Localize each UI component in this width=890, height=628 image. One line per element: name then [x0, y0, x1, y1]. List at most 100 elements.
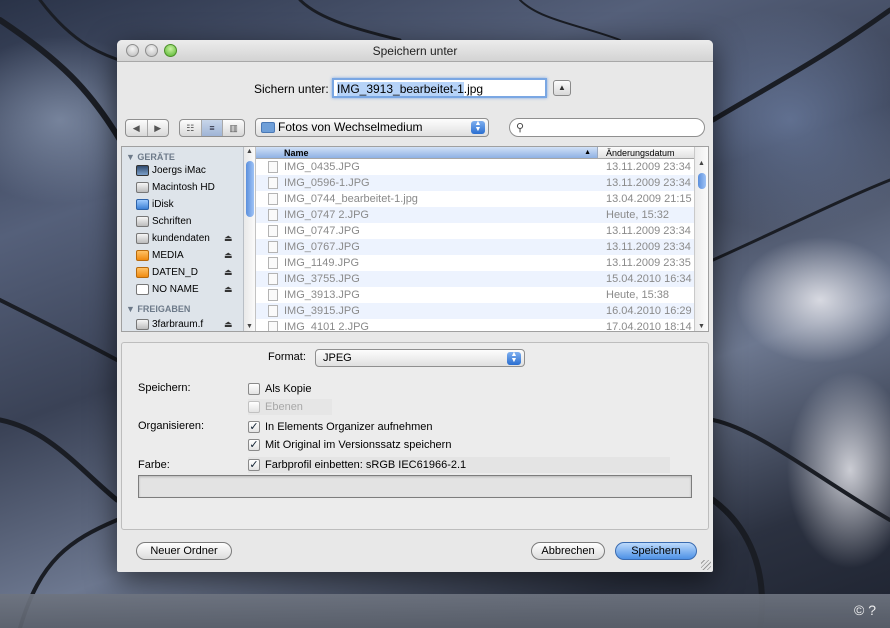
list-view-button[interactable]: ≡ [201, 120, 224, 136]
file-name: IMG_3915.JPG [284, 305, 360, 317]
sidebar-scroll-thumb[interactable] [246, 161, 254, 217]
checkmark-icon: ✓ [248, 459, 260, 471]
table-row[interactable]: IMG_0435.JPG 13.11.2009 23:34 [256, 159, 696, 175]
resize-grip-icon[interactable] [701, 560, 711, 570]
popup-arrows-icon: ▲ ▼ [507, 351, 521, 365]
checkmark-icon: ✓ [248, 421, 260, 433]
sidebar-item-idisk[interactable]: iDisk [122, 196, 243, 213]
back-button[interactable]: ◀ [126, 120, 148, 136]
file-list-scrollbar[interactable]: ▲ ▼ [694, 147, 708, 331]
sidebar-item-schriften[interactable]: Schriften [122, 213, 243, 230]
forward-arrow-icon: ▶ [154, 123, 162, 133]
eject-icon[interactable]: ⏏ [224, 264, 233, 281]
back-arrow-icon: ◀ [132, 123, 140, 133]
document-icon [268, 177, 278, 189]
collapse-dialog-button[interactable]: ▲ [553, 80, 571, 96]
file-date-cell: 13.04.2009 21:15 [606, 193, 692, 205]
column-header-date[interactable]: Änderungsdatum [598, 147, 696, 158]
table-row[interactable]: IMG_3755.JPG 15.04.2010 16:34 [256, 271, 696, 287]
browser-toolbar: ◀ ▶ ☷ ≡ ▥ Fotos von Wechselmedium ▲ ▼ ⚲ [117, 116, 713, 140]
file-name-cell: IMG_3915.JPG [256, 303, 598, 319]
column-view-button[interactable]: ▥ [223, 120, 244, 136]
table-row[interactable]: IMG_3913.JPG Heute, 15:38 [256, 287, 696, 303]
eject-icon[interactable]: ⏏ [224, 316, 233, 331]
table-row[interactable]: IMG_3915.JPG 16.04.2010 16:29 [256, 303, 696, 319]
version-set-checkbox[interactable]: ✓ Mit Original im Versionssatz speichern [248, 437, 451, 453]
table-row[interactable]: IMG_0747 2.JPG Heute, 15:32 [256, 207, 696, 223]
table-row[interactable]: IMG_4101 2.JPG 17.04.2010 18:14 [256, 319, 696, 331]
sidebar-item-no-name[interactable]: NO NAME ⏏ [122, 281, 243, 298]
sidebar-item-kundendaten[interactable]: kundendaten ⏏ [122, 230, 243, 247]
table-row[interactable]: IMG_0596-1.JPG 13.11.2009 23:34 [256, 175, 696, 191]
window-title: Speichern unter [372, 44, 458, 58]
column-header-name[interactable]: Name ▲ [256, 147, 598, 158]
file-name-cell: IMG_0747.JPG [256, 223, 598, 239]
checkmark-icon: ✓ [248, 439, 260, 451]
table-row[interactable]: IMG_0767.JPG 13.11.2009 23:34 [256, 239, 696, 255]
sidebar-item-3farbraum[interactable]: 3farbraum.f ⏏ [122, 316, 243, 331]
sidebar-item-daten-d[interactable]: DATEN_D ⏏ [122, 264, 243, 281]
eject-icon[interactable]: ⏏ [224, 230, 233, 247]
scroll-up-icon[interactable]: ▲ [698, 160, 705, 167]
file-date-cell: 13.11.2009 23:34 [606, 225, 691, 237]
table-row[interactable]: IMG_0747.JPG 13.11.2009 23:34 [256, 223, 696, 239]
file-list-scroll-thumb[interactable] [698, 173, 706, 189]
removable-disk-icon [136, 284, 149, 295]
zoom-window-button[interactable] [164, 44, 177, 57]
file-list: Name ▲ Änderungsdatum IMG_0435.JPG 13.11.2… [256, 147, 696, 331]
close-window-button[interactable] [126, 44, 139, 57]
options-panel: Format: JPEG ▲ ▼ Speichern: Als Kopie Ebe… [121, 342, 709, 530]
minimize-window-button[interactable] [145, 44, 158, 57]
location-popup[interactable]: Fotos von Wechselmedium ▲ ▼ [255, 118, 489, 137]
save-button[interactable]: Speichern [615, 542, 697, 560]
organizer-checkbox[interactable]: ✓ In Elements Organizer aufnehmen [248, 419, 433, 435]
server-icon [136, 233, 149, 244]
file-date-cell: Heute, 15:38 [606, 289, 669, 301]
icc-profile-checkbox[interactable]: ✓ Farbprofil einbetten: sRGB IEC61966-2.1 [248, 457, 670, 473]
document-icon [268, 241, 278, 253]
search-field[interactable]: ⚲ [509, 118, 705, 137]
scroll-down-icon[interactable]: ▼ [698, 323, 705, 330]
file-name-cell: IMG_1149.JPG [256, 255, 598, 271]
file-date-cell: 17.04.2010 18:14 [606, 321, 692, 331]
cancel-button[interactable]: Abbrechen [531, 542, 605, 560]
scroll-down-icon[interactable]: ▼ [246, 323, 253, 330]
format-value: JPEG [323, 352, 352, 364]
file-name: IMG_0747 2.JPG [284, 209, 369, 221]
sort-ascending-icon: ▲ [584, 149, 591, 156]
harddisk-icon [136, 182, 149, 193]
eject-icon[interactable]: ⏏ [224, 281, 233, 298]
sidebar-item-label: 3farbraum.f [152, 319, 204, 330]
eject-icon[interactable]: ⏏ [224, 247, 233, 264]
forward-button[interactable]: ▶ [148, 120, 169, 136]
table-row[interactable]: IMG_0744_bearbeitet-1.jpg 13.04.2009 21:1… [256, 191, 696, 207]
sidebar-item-joergs-imac[interactable]: Joergs iMac [122, 162, 243, 179]
network-share-icon [136, 319, 149, 330]
sidebar-scrollbar[interactable]: ▲ ▼ [244, 147, 256, 331]
as-copy-label: Als Kopie [265, 383, 312, 395]
sidebar-item-media[interactable]: MEDIA ⏏ [122, 247, 243, 264]
file-rows: IMG_0435.JPG 13.11.2009 23:34 IMG_0596-1.J… [256, 159, 696, 331]
file-date-cell: 13.11.2009 23:34 [606, 177, 691, 189]
sidebar-item-label: Macintosh HD [152, 182, 215, 193]
document-icon [268, 321, 278, 331]
file-name-cell: IMG_3913.JPG [256, 287, 598, 303]
table-row[interactable]: IMG_1149.JPG 13.11.2009 23:35 [256, 255, 696, 271]
popup-arrows-icon: ▲ ▼ [471, 120, 485, 134]
format-popup[interactable]: JPEG ▲ ▼ [315, 349, 525, 367]
sidebar-header-shares: ▼ FREIGABEN [126, 304, 191, 314]
file-browser: ▼ GERÄTE Joergs iMac Macintosh HD iDisk … [121, 146, 709, 332]
file-name-cell: IMG_0596-1.JPG [256, 175, 598, 191]
document-icon [268, 161, 278, 173]
save-options-label: Speichern: [138, 382, 191, 394]
document-icon [268, 305, 278, 317]
new-folder-button[interactable]: Neuer Ordner [136, 542, 232, 560]
as-copy-checkbox[interactable]: Als Kopie [248, 381, 311, 397]
icon-view-button[interactable]: ☷ [180, 120, 202, 136]
column-header-label: Änderungsdatum [606, 148, 675, 158]
document-icon [268, 225, 278, 237]
scroll-up-icon[interactable]: ▲ [246, 148, 253, 155]
sidebar-item-macintosh-hd[interactable]: Macintosh HD [122, 179, 243, 196]
sidebar-item-label: Joergs iMac [152, 165, 206, 176]
filename-input[interactable]: IMG_3913_bearbeitet-1.jpg [332, 78, 547, 98]
